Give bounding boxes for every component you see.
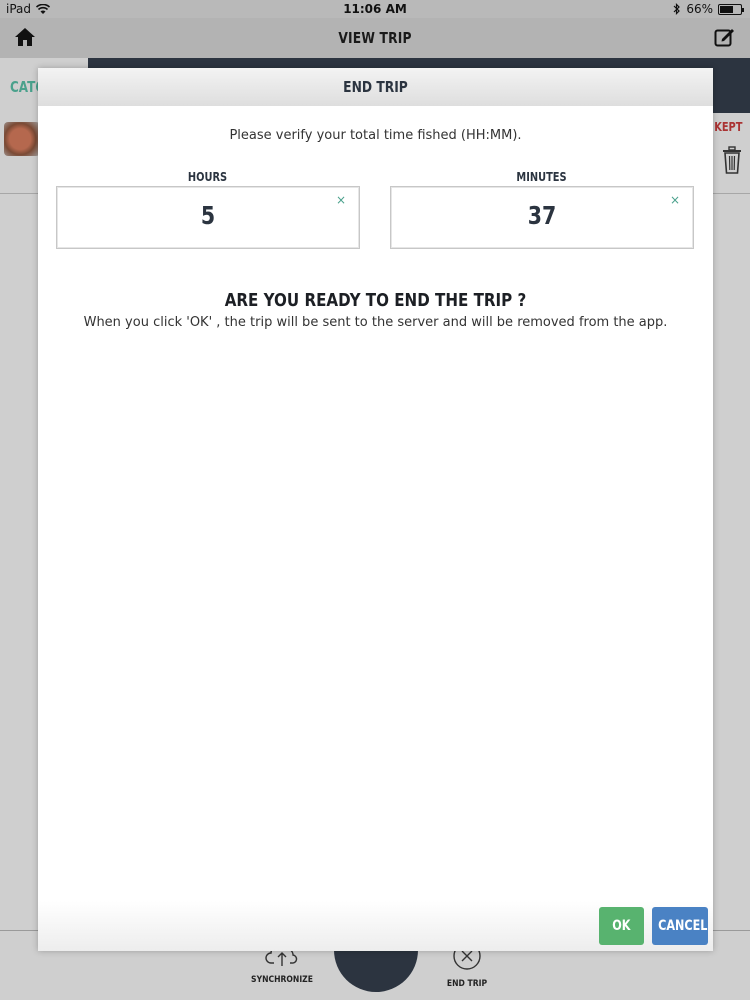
confirm-note: When you click 'OK' , the trip will be s… [83,315,668,330]
trash-icon[interactable] [722,146,742,174]
battery-icon [718,3,744,15]
minutes-value: 37 [527,201,557,230]
bluetooth-icon [673,3,681,15]
kept-label: KEPT [713,120,742,134]
catch-thumbnail [4,122,40,156]
battery-percent: 66% [686,2,713,16]
minutes-clear-icon[interactable]: × [670,193,680,207]
ok-label: OK [612,918,631,934]
cancel-label: CANCEL [658,918,708,934]
synchronize-label: SYNCHRONIZE [251,975,313,985]
dialog-footer: OK CANCEL [38,901,713,951]
minutes-input[interactable]: 37 × [390,186,694,249]
hours-input[interactable]: 5 × [56,186,360,249]
confirm-heading: ARE YOU READY TO END THE TRIP ? [224,290,527,311]
hours-clear-icon[interactable]: × [336,193,346,207]
edit-icon[interactable] [714,27,734,47]
battery-fill [720,5,734,13]
time-fished-prompt: Please verify your total time fished (HH… [229,128,522,143]
end-trip-dialog: END TRIP Please verify your total time f… [38,68,713,951]
status-bar: iPad 11:06 AM 66% [0,0,750,18]
page-title: VIEW TRIP [338,29,412,47]
ok-button[interactable]: OK [599,907,644,945]
status-time: 11:06 AM [343,2,407,16]
end-trip-label: END TRIP [446,979,488,989]
home-icon[interactable] [14,26,36,48]
hours-value: 5 [200,201,216,230]
cancel-button[interactable]: CANCEL [652,907,708,945]
dialog-title: END TRIP [343,78,408,96]
nav-bar: VIEW TRIP [0,18,750,58]
minutes-label: MINUTES [516,170,567,184]
dialog-header: END TRIP [38,68,713,106]
hours-label: HOURS [187,170,228,184]
